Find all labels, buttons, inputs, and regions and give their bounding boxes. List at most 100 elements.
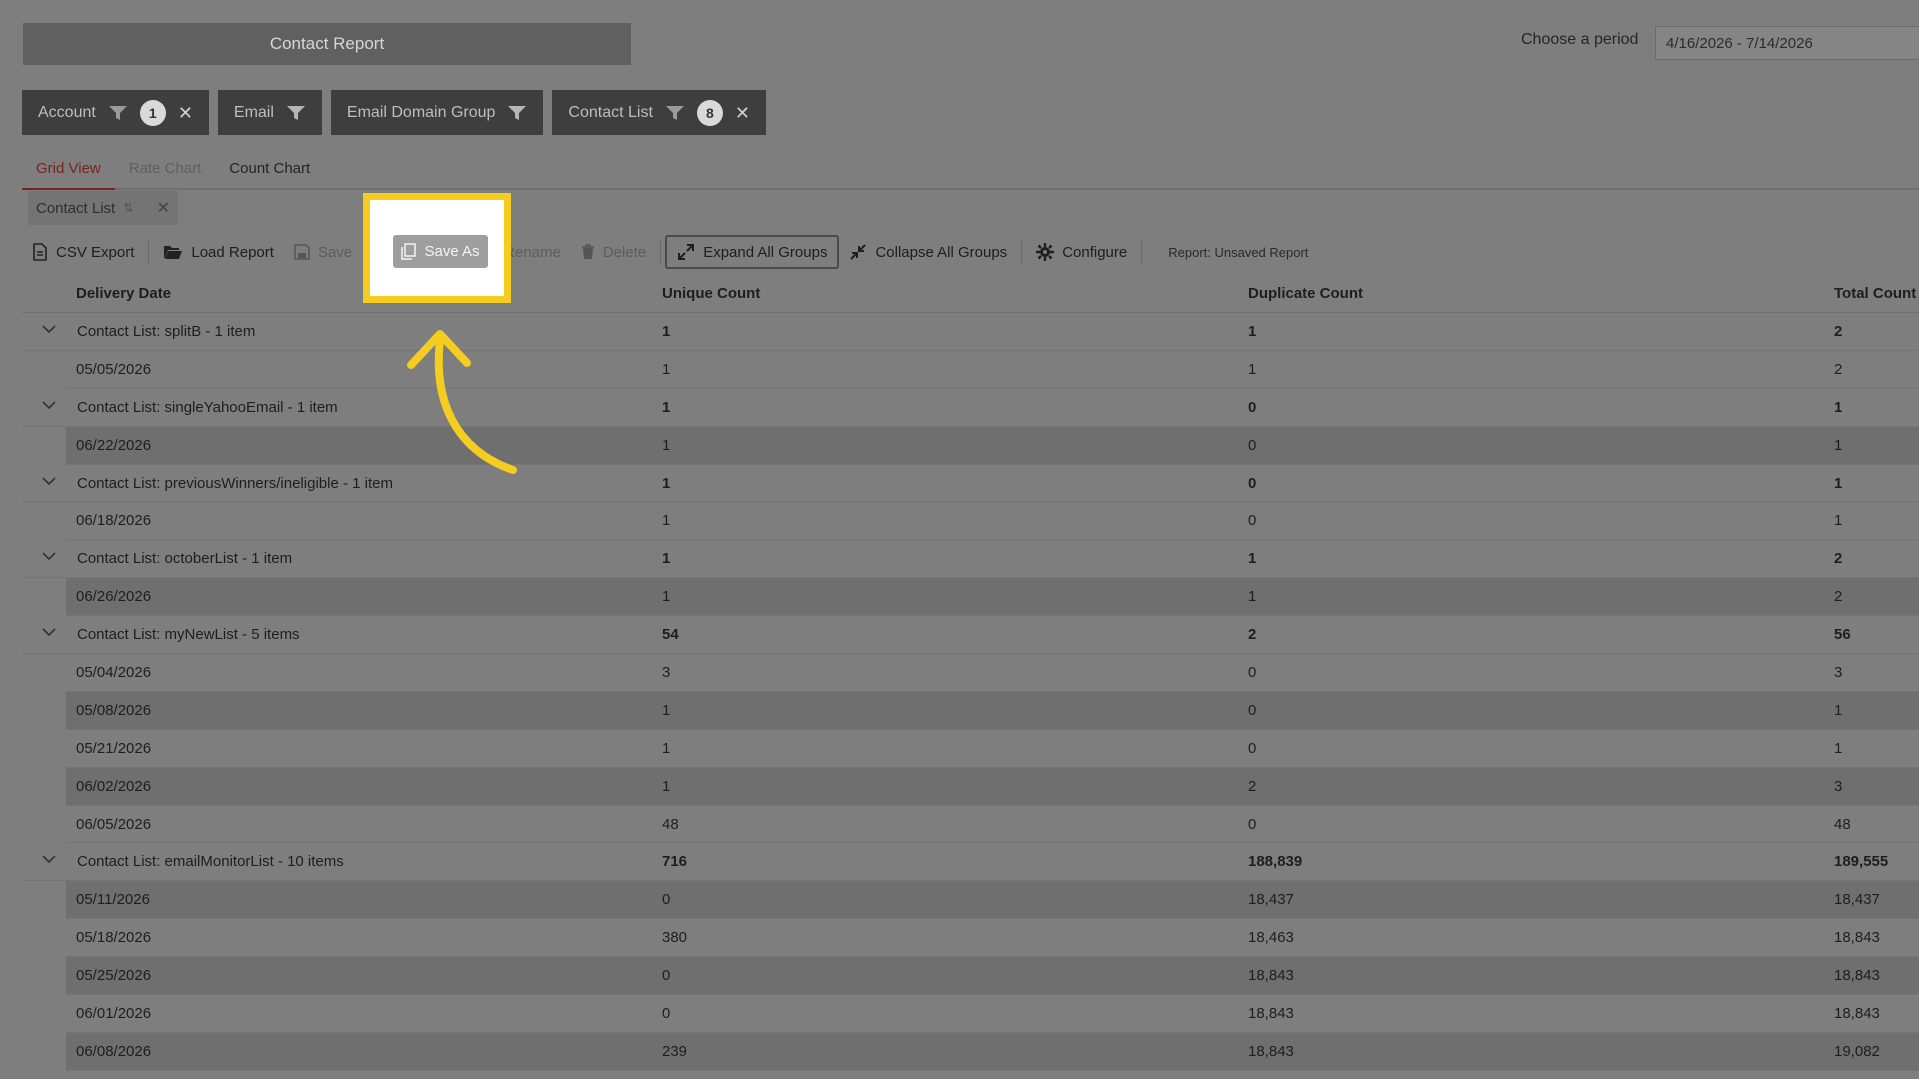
chevron-down-icon[interactable] [42,400,56,410]
total-count-cell: 48 [1834,815,1851,833]
tab-grid-view[interactable]: Grid View [22,152,115,190]
table-row[interactable]: 05/11/2026 0 18,437 18,437 [66,881,1919,920]
filter-chip-contact-list[interactable]: Contact List 8 ✕ [552,90,766,135]
load-report-button[interactable]: Load Report [153,235,284,269]
filter-chip-email[interactable]: Email [217,90,322,135]
column-header-duplicate-count[interactable]: Duplicate Count [1248,285,1363,302]
unique-count-cell: 1 [662,701,671,719]
chevron-down-icon[interactable] [42,854,56,864]
total-count-cell: 2 [1834,588,1843,606]
group-row[interactable]: Contact List: octoberList - 1 item 1 1 2 [22,540,1919,579]
expand-icon [678,244,695,260]
delivery-date-cell: 06/05/2026 [76,815,152,833]
group-row[interactable]: Contact List: splitB - 1 item 1 1 2 [22,313,1919,351]
duplicate-count-cell: 2 [1248,777,1257,795]
unique-count-cell: 1 [662,550,671,568]
remove-filter-icon[interactable]: ✕ [735,104,750,122]
table-row[interactable]: 05/21/2026 1 0 1 [66,729,1919,768]
unique-count-cell: 0 [662,967,671,985]
unique-count-cell: 3 [662,663,671,681]
filter-bar: Account 1 ✕ Email Email Domain Group Con… [22,90,766,135]
save-as-button[interactable]: Save As [393,235,488,268]
table-row[interactable]: 06/02/2026 1 2 3 [66,767,1919,806]
table-row[interactable]: 06/18/2026 1 0 1 [66,502,1919,541]
period-input[interactable] [1655,26,1919,60]
file-icon [33,243,47,261]
column-header-unique-count[interactable]: Unique Count [662,285,760,302]
unique-count-cell: 0 [662,891,671,909]
tab-rate-chart[interactable]: Rate Chart [115,152,216,188]
total-count-cell: 18,437 [1834,891,1880,909]
duplicate-count-cell: 18,843 [1248,1042,1294,1060]
total-count-cell: 56 [1834,626,1851,644]
duplicate-count-cell: 18,437 [1248,891,1294,909]
delivery-date-cell: 06/22/2026 [76,436,152,454]
data-grid: Delivery Date Unique Count Duplicate Cou… [22,274,1919,1071]
remove-filter-icon[interactable]: ✕ [178,104,193,122]
group-row[interactable]: Contact List: singleYahooEmail - 1 item 1… [22,388,1919,427]
delivery-date-cell: 06/08/2026 [76,1042,152,1060]
table-row[interactable]: 05/05/2026 1 1 2 [66,350,1919,389]
gear-icon [1036,243,1055,261]
table-row[interactable]: 06/08/2026 239 18,843 19,082 [66,1032,1919,1071]
copy-icon [401,243,417,260]
group-label: Contact List: previousWinners/ineligible… [77,474,393,492]
table-row[interactable]: 05/18/2026 380 18,463 18,843 [66,919,1919,958]
unique-count-cell: 1 [662,777,671,795]
unique-count-cell: 48 [662,815,679,833]
table-row[interactable]: 06/26/2026 1 1 2 [66,578,1919,617]
unique-count-cell: 380 [662,929,688,947]
filter-count-badge: 8 [696,99,723,126]
table-row[interactable]: 06/05/2026 48 0 48 [66,805,1919,844]
csv-export-button[interactable]: CSV Export [22,235,144,269]
group-row[interactable]: Contact List: previousWinners/ineligible… [22,464,1919,503]
duplicate-count-cell: 2 [1248,626,1257,644]
group-row[interactable]: Contact List: myNewList - 5 items 54 2 56 [22,616,1919,655]
column-header-delivery-date[interactable]: Delivery Date [76,285,171,302]
sort-icon[interactable]: ⇅ [123,201,133,215]
column-header-total-count[interactable]: Total Count [1834,285,1916,302]
chevron-down-icon[interactable] [42,627,56,637]
filter-chip-account[interactable]: Account 1 ✕ [22,90,209,135]
group-row[interactable]: Contact List: emailMonitorList - 10 item… [22,843,1919,882]
delivery-date-cell: 06/01/2026 [76,1004,152,1022]
duplicate-count-cell: 0 [1248,474,1257,492]
toolbar-divider [148,239,150,265]
configure-button[interactable]: Configure [1026,235,1137,269]
group-by-chip[interactable]: Contact List ⇅ ✕ [28,191,178,225]
table-row[interactable]: 06/01/2026 0 18,843 18,843 [66,995,1919,1033]
chevron-down-icon[interactable] [42,551,56,561]
filter-funnel-icon[interactable] [507,105,527,121]
filter-funnel-icon[interactable] [286,105,306,121]
delivery-date-cell: 05/08/2026 [76,701,152,719]
unique-count-cell: 1 [662,360,671,378]
save-button[interactable]: Save [284,235,362,269]
toolbar-divider [660,239,662,265]
remove-group-icon[interactable]: ✕ [157,198,170,218]
toolbar-divider [1141,239,1143,265]
duplicate-count-cell: 1 [1248,550,1257,568]
collapse-all-groups-button[interactable]: Collapse All Groups [839,235,1017,269]
total-count-cell: 3 [1834,777,1843,795]
filter-chip-email-domain-group[interactable]: Email Domain Group [330,90,544,135]
view-tabs: Grid View Rate Chart Count Chart [22,152,1919,190]
expand-all-groups-button[interactable]: Expand All Groups [665,235,840,269]
table-row[interactable]: 05/08/2026 1 0 1 [66,691,1919,730]
table-row[interactable]: 06/22/2026 1 0 1 [66,426,1919,465]
chevron-down-icon[interactable] [42,476,56,486]
table-row[interactable]: 05/25/2026 0 18,843 18,843 [66,957,1919,996]
total-count-cell: 1 [1834,474,1843,492]
duplicate-count-cell: 0 [1248,663,1257,681]
table-row[interactable]: 05/04/2026 3 0 3 [66,654,1919,692]
unique-count-cell: 1 [662,512,671,530]
group-label: Contact List: myNewList - 5 items [77,626,300,644]
group-by-label: Contact List [36,199,116,217]
unique-count-cell: 1 [662,436,671,454]
filter-funnel-icon[interactable] [665,105,685,121]
delivery-date-cell: 05/21/2026 [76,739,152,757]
filter-funnel-icon[interactable] [108,105,128,121]
chevron-down-icon[interactable] [42,324,56,334]
duplicate-count-cell: 1 [1248,322,1257,340]
tab-count-chart[interactable]: Count Chart [215,152,324,188]
delete-button[interactable]: Delete [571,235,656,269]
